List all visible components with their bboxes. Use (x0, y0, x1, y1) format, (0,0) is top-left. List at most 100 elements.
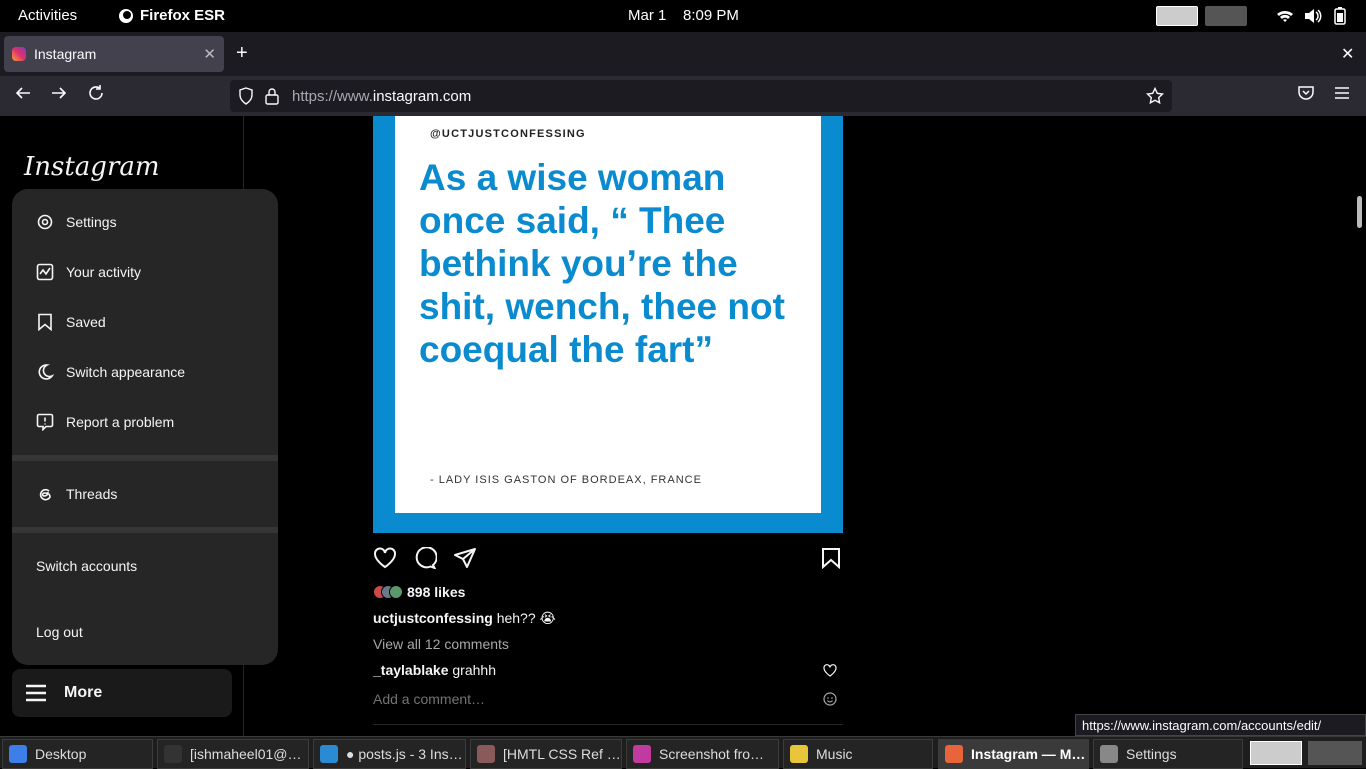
menu-item-label: Log out (36, 624, 83, 640)
screenshot-icon (633, 745, 651, 763)
likes-count: 898 likes (407, 584, 466, 600)
taskbar-item-label: Screenshot fro… (659, 746, 765, 762)
taskbar-item-instagram-firefox[interactable]: Instagram — M… (938, 739, 1089, 769)
reload-icon[interactable] (87, 84, 105, 102)
menu-item-saved[interactable]: Saved (12, 297, 278, 347)
workspace-switcher-2[interactable] (1308, 741, 1362, 765)
menu-item-label: Report a problem (66, 414, 175, 430)
emoji-icon[interactable] (823, 692, 837, 706)
menu-item-switch-appearance[interactable]: Switch appearance (12, 347, 278, 397)
firefox-icon (118, 8, 134, 24)
date-label: Mar 1 (628, 7, 667, 24)
view-all-comments-link[interactable]: View all 12 comments (373, 636, 509, 652)
clock[interactable]: Mar 1 8:09 PM (628, 7, 739, 24)
menu-item-label: Threads (66, 486, 118, 502)
url-prefix: https://www. (292, 88, 373, 105)
workspace-switcher-1[interactable] (1250, 741, 1302, 765)
avatar (389, 585, 403, 599)
terminal-icon (164, 745, 182, 763)
bookmark-star-icon[interactable] (1146, 87, 1164, 105)
share-icon[interactable] (453, 547, 477, 569)
taskbar-item-desktop[interactable]: Desktop (2, 739, 153, 769)
taskbar-item-vscode[interactable]: ● posts.js - 3 Ins… (313, 739, 466, 769)
vscode-icon (320, 745, 338, 763)
more-menu-popup: Settings Your activity Saved Switch appe… (12, 189, 278, 665)
menu-item-label: Your activity (66, 264, 141, 280)
pocket-icon[interactable] (1297, 84, 1315, 102)
taskbar-item-label: [HMTL CSS Ref … (503, 746, 621, 762)
post-image[interactable]: @UCTJUSTCONFESSING As a wise woman once … (373, 116, 843, 533)
menu-item-report-problem[interactable]: Report a problem (12, 397, 278, 447)
caption-text: heh?? 😭 (496, 610, 556, 626)
moon-icon (36, 363, 54, 381)
menu-item-your-activity[interactable]: Your activity (12, 247, 278, 297)
threads-icon (36, 485, 54, 503)
comment-row: _taylablake grahhh (373, 662, 843, 678)
menu-separator (12, 527, 278, 533)
battery-icon[interactable] (1334, 7, 1346, 25)
app-menu-icon[interactable] (1334, 84, 1350, 102)
tab-instagram[interactable]: Instagram ✕ (4, 36, 224, 72)
likes-row[interactable]: 898 likes (373, 584, 465, 600)
post-divider (373, 724, 843, 725)
add-comment-placeholder: Add a comment… (373, 691, 486, 707)
page-scrollbar[interactable] (1352, 116, 1366, 736)
bookmark-icon (36, 313, 54, 331)
instagram-favicon-icon (12, 47, 26, 61)
taskbar-item-music[interactable]: Music (783, 739, 933, 769)
taskbar-item-label: Instagram — M… (971, 746, 1086, 762)
image-quote-text: As a wise woman once said, “ Thee bethin… (419, 157, 785, 370)
wifi-icon[interactable] (1276, 8, 1294, 24)
workspace-1[interactable] (1156, 6, 1198, 26)
taskbar-item-label: ● posts.js - 3 Ins… (346, 746, 463, 762)
close-tab-icon[interactable]: ✕ (203, 45, 216, 63)
taskbar-item-screenshot[interactable]: Screenshot fro… (626, 739, 779, 769)
url-text[interactable]: https://www.instagram.com (292, 88, 471, 105)
forward-icon[interactable] (50, 84, 68, 102)
instagram-logo[interactable]: Instagram (24, 152, 160, 182)
close-window-icon[interactable]: ✕ (1341, 44, 1354, 64)
gear-icon (36, 213, 54, 231)
more-button[interactable]: More (12, 669, 232, 717)
menu-item-settings[interactable]: Settings (12, 197, 278, 247)
liker-avatars (373, 585, 403, 599)
caption-author[interactable]: uctjustconfessing (373, 610, 493, 626)
url-host: instagram.com (372, 88, 472, 105)
taskbar-item-html-css-ref[interactable]: [HMTL CSS Ref … (470, 739, 622, 769)
taskbar-item-settings[interactable]: Settings (1093, 739, 1243, 769)
instagram-firefox-icon (945, 745, 963, 763)
heart-icon[interactable] (373, 547, 397, 569)
taskbar-item-label: Desktop (35, 746, 87, 762)
menu-item-threads[interactable]: Threads (12, 469, 278, 519)
comment-icon[interactable] (413, 547, 437, 569)
html-css-ref-icon (477, 745, 495, 763)
volume-icon[interactable] (1304, 8, 1322, 24)
music-icon (790, 745, 808, 763)
new-tab-icon[interactable]: + (236, 43, 248, 63)
desktop-icon (9, 745, 27, 763)
time-label: 8:09 PM (683, 7, 739, 24)
page-content: Instagram Settings Your activity Saved S… (0, 116, 1352, 736)
add-comment-input[interactable]: Add a comment… (373, 691, 843, 707)
save-icon[interactable] (821, 547, 841, 569)
lock-icon[interactable] (265, 87, 279, 105)
caption: uctjustconfessing heh?? 😭 (373, 610, 556, 627)
taskbar-item-terminal[interactable]: [ishmaheel01@… (157, 739, 309, 769)
activities-button[interactable]: Activities (18, 7, 77, 24)
tracking-shield-icon[interactable] (238, 87, 254, 105)
navigation-bar: https://www.instagram.com (0, 76, 1366, 116)
menu-item-switch-accounts[interactable]: Switch accounts (12, 541, 278, 591)
app-menu[interactable]: Firefox ESR (118, 7, 225, 24)
back-icon[interactable] (14, 84, 32, 102)
comment-author[interactable]: _taylablake (373, 662, 449, 678)
comment-like-heart-icon[interactable] (823, 664, 837, 677)
app-name: Firefox ESR (140, 7, 226, 24)
menu-separator (12, 455, 278, 461)
menu-item-log-out[interactable]: Log out (12, 607, 278, 657)
post-image-card: @UCTJUSTCONFESSING As a wise woman once … (395, 116, 821, 513)
scrollbar-thumb[interactable] (1357, 196, 1362, 228)
workspace-2[interactable] (1205, 6, 1247, 26)
url-bar[interactable]: https://www.instagram.com (230, 80, 1172, 112)
tab-bar: Instagram ✕ + ✕ (0, 32, 1366, 76)
image-handle-text: @UCTJUSTCONFESSING (430, 128, 586, 140)
